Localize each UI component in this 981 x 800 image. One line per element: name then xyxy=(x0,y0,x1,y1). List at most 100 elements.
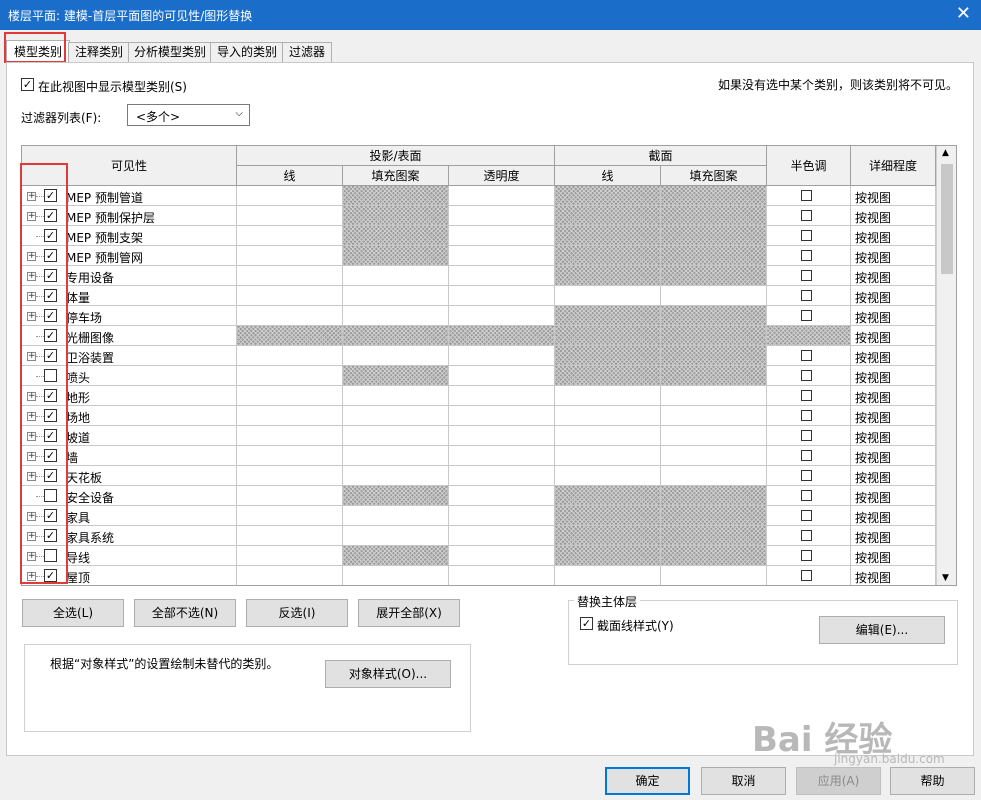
halftone-cell[interactable] xyxy=(767,306,851,326)
detail-level-cell[interactable]: 按视图 xyxy=(851,226,936,246)
projection-line-cell[interactable] xyxy=(237,446,343,466)
halftone-cell[interactable] xyxy=(767,386,851,406)
table-row[interactable]: + ✓ 场地 按视图 xyxy=(22,406,936,426)
cut-line-cell[interactable] xyxy=(555,546,661,566)
cut-line-cell[interactable] xyxy=(555,466,661,486)
halftone-cell[interactable] xyxy=(767,206,851,226)
cut-line-cell[interactable] xyxy=(555,206,661,226)
projection-line-cell[interactable] xyxy=(237,406,343,426)
halftone-cell[interactable] xyxy=(767,266,851,286)
expand-icon[interactable]: + xyxy=(27,292,36,301)
table-row[interactable]: + ✓ MEP 预制管网 按视图 xyxy=(22,246,936,266)
projection-line-cell[interactable] xyxy=(237,366,343,386)
projection-fill-cell[interactable] xyxy=(343,406,449,426)
projection-line-cell[interactable] xyxy=(237,206,343,226)
cut-fill-cell[interactable] xyxy=(661,246,767,266)
ok-button[interactable]: 确定 xyxy=(605,767,690,795)
cut-fill-cell[interactable] xyxy=(661,346,767,366)
halftone-cell[interactable] xyxy=(767,286,851,306)
tab-annotation-categories[interactable]: 注释类别 xyxy=(68,42,130,62)
halftone-checkbox[interactable] xyxy=(801,490,812,501)
close-icon[interactable]: ✕ xyxy=(956,4,971,24)
detail-level-cell[interactable]: 按视图 xyxy=(851,566,936,585)
halftone-cell[interactable] xyxy=(767,566,851,585)
cut-fill-cell[interactable] xyxy=(661,466,767,486)
projection-line-cell[interactable] xyxy=(237,546,343,566)
halftone-checkbox[interactable] xyxy=(801,290,812,301)
table-row[interactable]: + ✓ 坡道 按视图 xyxy=(22,426,936,446)
projection-fill-cell[interactable] xyxy=(343,546,449,566)
projection-line-cell[interactable] xyxy=(237,186,343,206)
cut-line-cell[interactable] xyxy=(555,366,661,386)
help-button[interactable]: 帮助 xyxy=(890,767,975,795)
tab-analytical-model-categories[interactable]: 分析模型类别 xyxy=(128,42,212,62)
detail-level-cell[interactable]: 按视图 xyxy=(851,446,936,466)
detail-level-cell[interactable]: 按视图 xyxy=(851,266,936,286)
projection-line-cell[interactable] xyxy=(237,486,343,506)
projection-fill-cell[interactable] xyxy=(343,306,449,326)
projection-line-cell[interactable] xyxy=(237,526,343,546)
cut-line-cell[interactable] xyxy=(555,446,661,466)
expand-icon[interactable]: + xyxy=(27,312,36,321)
cut-fill-cell[interactable] xyxy=(661,506,767,526)
projection-fill-cell[interactable] xyxy=(343,286,449,306)
projection-fill-cell[interactable] xyxy=(343,566,449,585)
halftone-cell[interactable] xyxy=(767,486,851,506)
halftone-checkbox[interactable] xyxy=(801,370,812,381)
cut-line-cell[interactable] xyxy=(555,186,661,206)
table-row[interactable]: + ✓ MEP 预制管道 按视图 xyxy=(22,186,936,206)
cut-fill-cell[interactable] xyxy=(661,426,767,446)
projection-transparency-cell[interactable] xyxy=(449,566,555,585)
table-row[interactable]: + ✓ 墙 按视图 xyxy=(22,446,936,466)
cut-line-styles-checkbox[interactable]: ✓ xyxy=(580,617,593,630)
halftone-cell[interactable] xyxy=(767,366,851,386)
cut-line-cell[interactable] xyxy=(555,246,661,266)
halftone-checkbox[interactable] xyxy=(801,250,812,261)
projection-transparency-cell[interactable] xyxy=(449,206,555,226)
detail-level-cell[interactable]: 按视图 xyxy=(851,406,936,426)
expand-icon[interactable]: + xyxy=(27,552,36,561)
tab-filters[interactable]: 过滤器 xyxy=(282,42,332,62)
projection-fill-cell[interactable] xyxy=(343,186,449,206)
halftone-checkbox[interactable] xyxy=(801,450,812,461)
cut-fill-cell[interactable] xyxy=(661,566,767,585)
halftone-checkbox[interactable] xyxy=(801,570,812,581)
halftone-checkbox[interactable] xyxy=(801,230,812,241)
projection-line-cell[interactable] xyxy=(237,566,343,585)
object-styles-button[interactable]: 对象样式(O)... xyxy=(325,660,451,688)
projection-line-cell[interactable] xyxy=(237,326,343,346)
projection-fill-cell[interactable] xyxy=(343,386,449,406)
projection-fill-cell[interactable] xyxy=(343,246,449,266)
halftone-cell[interactable] xyxy=(767,546,851,566)
halftone-checkbox[interactable] xyxy=(801,410,812,421)
expand-icon[interactable]: + xyxy=(27,352,36,361)
projection-line-cell[interactable] xyxy=(237,246,343,266)
projection-fill-cell[interactable] xyxy=(343,486,449,506)
invert-selection-button[interactable]: 反选(I) xyxy=(246,599,348,627)
halftone-checkbox[interactable] xyxy=(801,350,812,361)
detail-level-cell[interactable]: 按视图 xyxy=(851,506,936,526)
visibility-checkbox[interactable]: ✓ xyxy=(44,309,57,322)
halftone-cell[interactable] xyxy=(767,246,851,266)
projection-fill-cell[interactable] xyxy=(343,226,449,246)
cut-line-cell[interactable] xyxy=(555,426,661,446)
projection-transparency-cell[interactable] xyxy=(449,346,555,366)
projection-line-cell[interactable] xyxy=(237,386,343,406)
table-row[interactable]: + ✓ 卫浴装置 按视图 xyxy=(22,346,936,366)
table-row[interactable]: + ✓ 家具 按视图 xyxy=(22,506,936,526)
halftone-cell[interactable] xyxy=(767,406,851,426)
scroll-down-icon[interactable]: ▼ xyxy=(942,573,949,583)
cancel-button[interactable]: 取消 xyxy=(701,767,786,795)
table-row[interactable]: + ✓ 体量 按视图 xyxy=(22,286,936,306)
projection-line-cell[interactable] xyxy=(237,426,343,446)
table-row[interactable]: + ✓ 地形 按视图 xyxy=(22,386,936,406)
visibility-checkbox[interactable]: ✓ xyxy=(44,569,57,582)
detail-level-cell[interactable]: 按视图 xyxy=(851,206,936,226)
cut-line-cell[interactable] xyxy=(555,526,661,546)
tab-imported-categories[interactable]: 导入的类别 xyxy=(210,42,284,62)
halftone-cell[interactable] xyxy=(767,526,851,546)
halftone-checkbox[interactable] xyxy=(801,270,812,281)
halftone-checkbox[interactable] xyxy=(801,190,812,201)
expand-icon[interactable]: + xyxy=(27,512,36,521)
detail-level-cell[interactable]: 按视图 xyxy=(851,306,936,326)
